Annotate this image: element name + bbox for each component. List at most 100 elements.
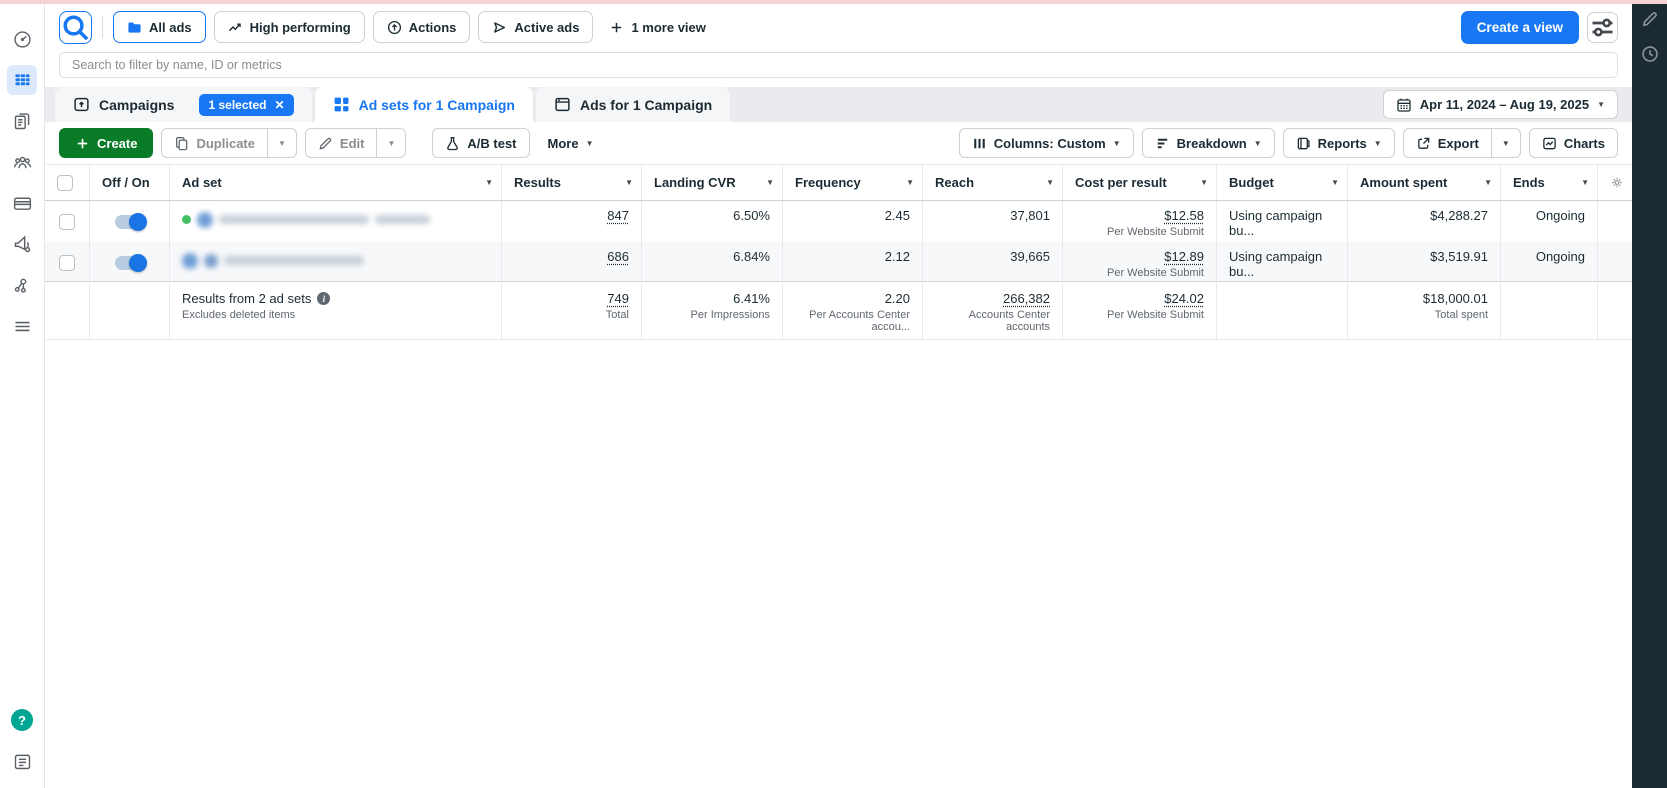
col-header-results[interactable]: Results▼ <box>502 165 642 200</box>
sort-caret-icon[interactable]: ▼ <box>1331 178 1339 187</box>
cost-per-result-value[interactable]: $12.58 <box>1164 208 1204 223</box>
export-dropdown[interactable]: ▼ <box>1491 129 1520 157</box>
info-icon[interactable]: i <box>317 292 330 305</box>
search-views-button[interactable] <box>59 11 92 44</box>
col-header-landing-cvr[interactable]: Landing CVR▼ <box>642 165 783 200</box>
campaigns-nav-icon[interactable] <box>7 65 37 95</box>
columns-label: Columns: Custom <box>994 136 1106 151</box>
view-chip-high-performing[interactable]: High performing <box>214 11 365 43</box>
filter-bar <box>45 50 1632 78</box>
col-header-reach[interactable]: Reach▼ <box>923 165 1063 200</box>
ads-reporting-icon[interactable] <box>7 106 37 136</box>
more-view-button[interactable]: 1 more view <box>601 20 713 35</box>
sort-caret-icon[interactable]: ▼ <box>625 178 633 187</box>
edit-button[interactable]: Edit <box>306 129 377 157</box>
sort-caret-icon[interactable]: ▼ <box>1200 178 1208 187</box>
summary-reach[interactable]: 266,382 <box>1003 291 1050 306</box>
sliders-icon <box>1588 13 1617 42</box>
export-label: Export <box>1438 136 1479 151</box>
results-value[interactable]: 847 <box>607 208 629 223</box>
selected-badge-label: 1 selected <box>208 98 266 112</box>
edit-dropdown[interactable]: ▼ <box>376 129 405 157</box>
plus-icon <box>75 136 90 151</box>
view-chip-all-ads[interactable]: All ads <box>113 11 206 43</box>
edit-pencil-icon[interactable] <box>1641 10 1659 28</box>
history-clock-icon[interactable] <box>1641 45 1659 63</box>
cost-per-result-sub: Per Website Submit <box>1075 226 1204 238</box>
chevron-down-icon: ▼ <box>1254 139 1262 148</box>
col-header-cost-per-result[interactable]: Cost per result▼ <box>1063 165 1217 200</box>
date-range-label: Apr 11, 2024 – Aug 19, 2025 <box>1420 97 1589 112</box>
col-header-frequency[interactable]: Frequency▼ <box>783 165 923 200</box>
sort-caret-icon[interactable]: ▼ <box>766 178 774 187</box>
columns-button[interactable]: Columns: Custom ▼ <box>959 128 1134 158</box>
toolbar-divider <box>102 16 103 38</box>
breakdown-button[interactable]: Breakdown ▼ <box>1142 128 1275 158</box>
create-a-view-button[interactable]: Create a view <box>1461 11 1579 44</box>
sort-caret-icon[interactable]: ▼ <box>1581 178 1589 187</box>
tab-campaigns[interactable]: Campaigns 1 selected ✕ <box>55 87 312 122</box>
summary-reach-sub: Accounts Center accounts <box>935 309 1050 333</box>
billing-icon[interactable] <box>7 188 37 218</box>
summary-amount-spent: $18,000.01 <box>1423 291 1488 306</box>
row-checkbox[interactable] <box>59 214 75 230</box>
search-icon <box>60 12 91 43</box>
date-range-picker[interactable]: Apr 11, 2024 – Aug 19, 2025 ▼ <box>1383 90 1618 119</box>
all-tools-menu-icon[interactable] <box>7 311 37 341</box>
adset-name-redacted[interactable] <box>170 242 502 283</box>
view-chip-active-ads[interactable]: Active ads <box>478 11 593 43</box>
table-header-row: Off / On Ad set▼ Results▼ Landing CVR▼ F… <box>45 165 1632 201</box>
create-button[interactable]: Create <box>59 128 153 158</box>
tab-ads[interactable]: Ads for 1 Campaign <box>536 87 730 122</box>
play-icon <box>492 20 507 35</box>
view-settings-button[interactable] <box>1587 12 1618 43</box>
charts-button[interactable]: Charts <box>1529 128 1618 158</box>
results-value[interactable]: 686 <box>607 249 629 264</box>
advertising-settings-icon[interactable] <box>7 229 37 259</box>
reports-button[interactable]: Reports ▼ <box>1283 128 1395 158</box>
adset-toggle-on[interactable] <box>115 215 145 229</box>
view-chip-label: All ads <box>149 20 192 35</box>
gear-icon <box>1610 175 1624 190</box>
campaigns-folder-icon <box>73 96 90 113</box>
filter-search-input[interactable] <box>59 52 1618 78</box>
summary-landing-cvr: 6.41% <box>733 291 770 306</box>
summary-results[interactable]: 749 <box>607 291 629 306</box>
export-button[interactable]: Export <box>1404 129 1491 157</box>
chevron-down-icon: ▼ <box>278 139 286 148</box>
help-icon[interactable]: ? <box>7 705 37 735</box>
sort-caret-icon[interactable]: ▼ <box>1046 178 1054 187</box>
view-chip-actions[interactable]: Actions <box>373 11 471 43</box>
tab-ad-sets[interactable]: Ad sets for 1 Campaign <box>315 87 533 122</box>
adset-toggle-on[interactable] <box>115 256 145 270</box>
sort-caret-icon[interactable]: ▼ <box>1484 178 1492 187</box>
pencil-icon <box>318 136 333 151</box>
select-all-checkbox[interactable] <box>57 175 73 191</box>
cost-per-result-value[interactable]: $12.89 <box>1164 249 1204 264</box>
more-button[interactable]: More ▼ <box>538 136 604 151</box>
whats-new-icon[interactable] <box>7 746 37 776</box>
ab-test-button[interactable]: A/B test <box>432 128 529 158</box>
view-chip-label: High performing <box>250 20 351 35</box>
account-overview-icon[interactable] <box>7 24 37 54</box>
summary-subtitle: Excludes deleted items <box>182 309 489 321</box>
audiences-icon[interactable] <box>7 147 37 177</box>
flask-icon <box>445 136 460 151</box>
events-manager-icon[interactable] <box>7 270 37 300</box>
duplicate-button[interactable]: Duplicate <box>162 129 267 157</box>
summary-cost[interactable]: $24.02 <box>1164 291 1204 306</box>
reports-label: Reports <box>1318 136 1367 151</box>
sort-caret-icon[interactable]: ▼ <box>485 178 493 187</box>
amount-spent-value: $4,288.27 <box>1348 201 1501 242</box>
col-header-amount-spent[interactable]: Amount spent▼ <box>1348 165 1501 200</box>
adset-name-redacted[interactable] <box>170 201 502 242</box>
col-header-budget[interactable]: Budget▼ <box>1217 165 1348 200</box>
col-header-ends[interactable]: Ends▼ <box>1501 165 1598 200</box>
sort-caret-icon[interactable]: ▼ <box>906 178 914 187</box>
chevron-down-icon: ▼ <box>1597 100 1605 109</box>
col-header-ad-set[interactable]: Ad set▼ <box>170 165 502 200</box>
column-settings-button[interactable] <box>1598 165 1632 200</box>
duplicate-dropdown[interactable]: ▼ <box>267 129 296 157</box>
clear-selection-icon[interactable]: ✕ <box>275 98 285 112</box>
row-checkbox[interactable] <box>59 255 75 271</box>
